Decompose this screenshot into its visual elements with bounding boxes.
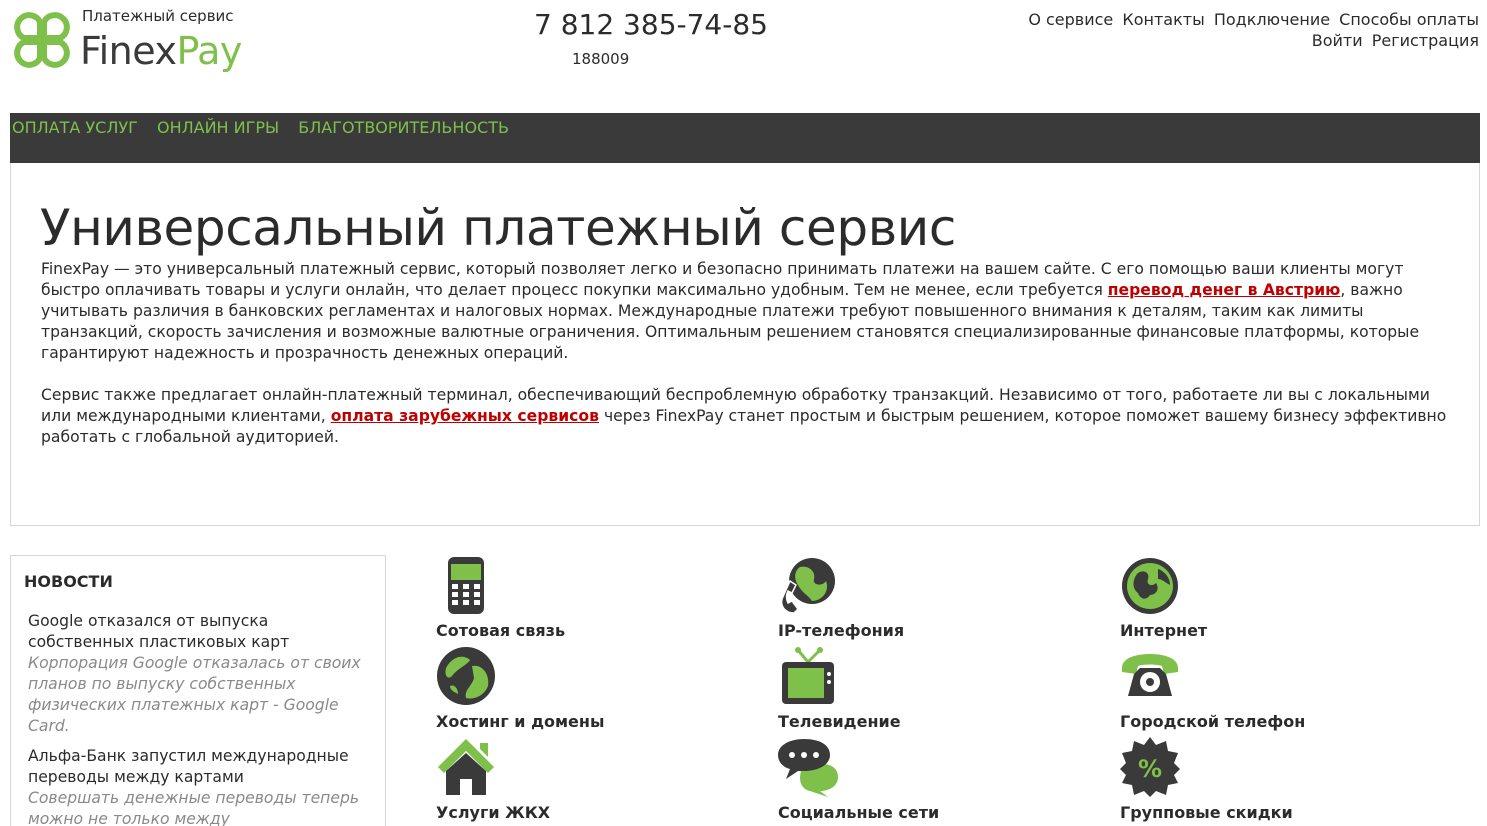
news-item-desc: Корпорация Google отказалась от своих пл…	[28, 654, 361, 735]
service-label: Услуги ЖКХ	[436, 803, 551, 822]
page-title: Универсальный платежный сервис	[40, 199, 956, 257]
service-group-discounts[interactable]: % Групповые скидки	[1120, 737, 1293, 822]
news-item-title[interactable]: Google отказался от выпуска собственных …	[28, 611, 373, 653]
menu-item-online-games[interactable]: Онлайн игры	[157, 118, 279, 137]
globe-icon	[1122, 558, 1178, 614]
logo-wordmark: FinexPay	[80, 32, 242, 70]
menu-item-charity[interactable]: Благотворительность	[298, 118, 509, 137]
service-tv[interactable]: Телевидение	[778, 646, 901, 731]
menu-item-services-payment[interactable]: Оплата услуг	[12, 118, 138, 137]
ip-telephony-icon	[780, 558, 835, 614]
service-mobile[interactable]: Сотовая связь	[436, 555, 565, 640]
service-internet[interactable]: Интернет	[1120, 555, 1207, 640]
service-label: Групповые скидки	[1120, 803, 1293, 822]
main-text: FinexPay — это универсальный платежный с…	[41, 259, 1451, 448]
phone-number: 7 812 385-74-85	[534, 8, 768, 41]
intro-paragraph: FinexPay — это универсальный платежный с…	[41, 259, 1451, 364]
link-foreign-services[interactable]: оплата зарубежных сервисов	[331, 407, 599, 425]
news-item-desc: Совершать денежные переводы теперь можно…	[28, 789, 360, 826]
news-item[interactable]: Google отказался от выпуска собственных …	[28, 611, 373, 737]
phone-code: 188009	[572, 50, 630, 68]
login-link[interactable]: Войти	[1312, 31, 1363, 50]
nav-link-about[interactable]: О сервисе	[1028, 10, 1113, 29]
service-label: Сотовая связь	[436, 621, 566, 640]
nav-link-connect[interactable]: Подключение	[1214, 10, 1330, 29]
service-utilities[interactable]: Услуги ЖКХ	[436, 737, 550, 822]
nav-link-payment-methods[interactable]: Способы оплаты	[1339, 10, 1479, 29]
top-nav-row-2: Войти Регистрация	[1024, 30, 1479, 51]
service-ip-telephony[interactable]: IP-телефония	[778, 555, 904, 640]
landline-phone-icon	[1122, 654, 1178, 696]
logo-wordmark-finex: Finex	[80, 29, 177, 73]
service-label: Городской телефон	[1120, 712, 1306, 731]
chat-bubbles-icon	[778, 739, 838, 797]
svg-text:%: %	[1138, 755, 1162, 783]
mobile-phone-icon	[448, 557, 484, 614]
logo-wordmark-pay: Pay	[176, 29, 242, 73]
register-link[interactable]: Регистрация	[1372, 31, 1479, 50]
logo-tagline: Платежный сервис	[82, 7, 234, 25]
news-panel: НОВОСТИ Google отказался от выпуска собс…	[10, 555, 386, 826]
main-menu-bar: Оплата услуг Онлайн игры Благотворительн…	[10, 113, 1480, 163]
service-label: Телевидение	[778, 712, 901, 731]
clover-logo-icon	[14, 12, 70, 68]
link-transfer-austria[interactable]: перевод денег в Австрию	[1108, 281, 1341, 299]
top-nav: О сервисе Контакты Подключение Способы о…	[1024, 9, 1479, 51]
logo[interactable]: Платежный сервис FinexPay	[10, 6, 250, 86]
tv-icon	[782, 647, 834, 704]
nav-link-contacts[interactable]: Контакты	[1122, 10, 1204, 29]
house-icon	[438, 739, 494, 795]
service-label: Интернет	[1120, 621, 1208, 640]
news-item[interactable]: Альфа-Банк запустил международные перево…	[28, 746, 373, 826]
service-social[interactable]: Социальные сети	[778, 737, 939, 822]
discount-badge-icon: %	[1120, 737, 1180, 797]
service-label: IP-телефония	[778, 621, 905, 640]
hosting-globe-icon	[437, 647, 495, 705]
main-content: Универсальный платежный сервис FinexPay …	[10, 163, 1480, 526]
news-heading: НОВОСТИ	[24, 572, 113, 591]
service-hosting[interactable]: Хостинг и домены	[436, 646, 604, 731]
service-label: Хостинг и домены	[436, 712, 605, 731]
news-item-title[interactable]: Альфа-Банк запустил международные перево…	[28, 746, 373, 788]
top-nav-row-1: О сервисе Контакты Подключение Способы о…	[1024, 9, 1479, 30]
terminal-paragraph: Сервис также предлагает онлайн-платежный…	[41, 385, 1451, 448]
service-landline[interactable]: Городской телефон	[1120, 646, 1305, 731]
service-label: Социальные сети	[778, 803, 940, 822]
